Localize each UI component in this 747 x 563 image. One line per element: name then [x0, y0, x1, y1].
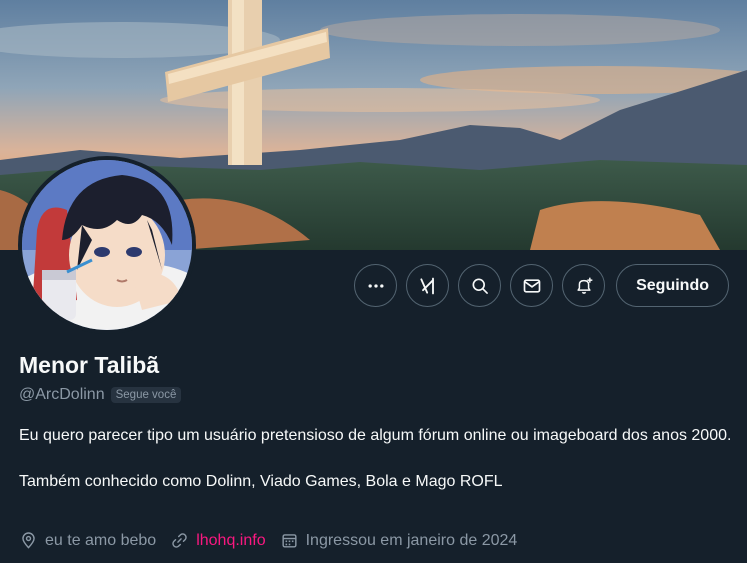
joined-date: Ingressou em janeiro de 2024 — [305, 531, 518, 549]
notifications-button[interactable] — [562, 264, 606, 307]
bio-paragraph: Eu quero parecer tipo um usuário pretens… — [19, 427, 732, 444]
location-pin-icon — [22, 532, 35, 549]
following-button[interactable]: Seguindo — [616, 264, 729, 307]
search-button[interactable] — [458, 264, 502, 307]
location-text: eu te amo bebo — [45, 531, 157, 549]
profile-avatar[interactable] — [18, 156, 196, 334]
calendar-icon — [282, 534, 297, 548]
more-button[interactable] — [354, 264, 398, 307]
grok-icon — [420, 277, 434, 294]
bell-plus-icon — [577, 277, 592, 294]
website-link[interactable]: lhohq.info — [196, 532, 265, 550]
avatar — [22, 160, 192, 330]
website-item: lhohq.info — [170, 531, 266, 550]
link-icon — [172, 533, 187, 548]
joined-item: Ingressou em janeiro de 2024 — [280, 531, 518, 550]
profile-bio: Eu quero parecer tipo um usuário pretens… — [19, 424, 734, 493]
search-icon — [472, 278, 488, 294]
user-handle: @ArcDolinn — [19, 386, 105, 403]
profile-actions: Seguindo — [354, 264, 729, 307]
follows-you-badge: Segue você — [110, 387, 182, 403]
display-name: Menor Talibã — [19, 352, 160, 378]
mail-icon — [523, 278, 540, 293]
more-icon — [368, 283, 384, 288]
handle-row: @ArcDolinn Segue você — [19, 386, 182, 404]
message-button[interactable] — [510, 264, 554, 307]
location-item: eu te amo bebo — [19, 531, 156, 550]
grok-button[interactable] — [406, 264, 450, 307]
bio-paragraph: Também conhecido como Dolinn, Viado Game… — [19, 473, 503, 490]
profile-meta: eu te amo bebo lhohq.info Ingressou em j… — [19, 531, 531, 550]
